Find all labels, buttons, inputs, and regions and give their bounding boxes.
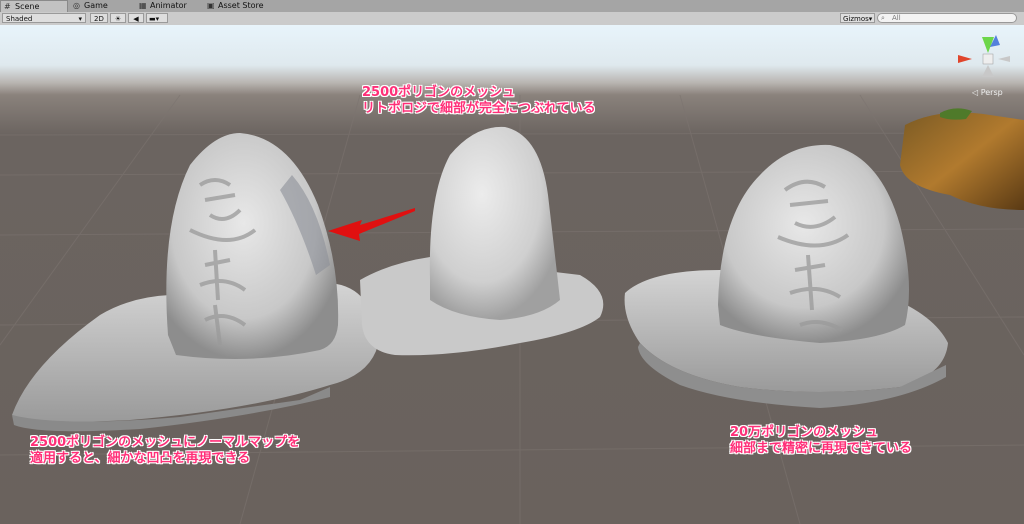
tab-game[interactable]: ◎ Game — [70, 0, 130, 12]
stone-low-poly-retopology[interactable] — [360, 126, 604, 356]
persp-icon: ◁ — [972, 88, 979, 97]
scene-viewport[interactable]: ◁ Persp 2500ポリゴンのメッシュ リトポロジで細部が完全につぶれている… — [0, 25, 1024, 524]
scene-icon: # — [4, 2, 11, 11]
sun-icon: ☀ — [114, 15, 122, 23]
orientation-gizmo[interactable] — [958, 35, 1010, 77]
image-icon: ▬ — [149, 15, 156, 23]
projection-label[interactable]: ◁ Persp — [972, 88, 1003, 97]
caption-middle-stone: 2500ポリゴンのメッシュ リトポロジで細部が完全につぶれている — [362, 85, 596, 117]
shading-mode-label: Shaded — [6, 15, 33, 23]
gizmos-dropdown[interactable]: Gizmos▾ — [840, 13, 875, 23]
effects-dropdown[interactable]: ▬▾ — [146, 13, 168, 23]
caption-middle-line2: リトポロジで細部が完全につぶれている — [362, 101, 596, 116]
shading-mode-dropdown[interactable]: Shaded ▾ — [2, 13, 86, 23]
game-icon: ◎ — [73, 1, 80, 10]
caption-right-line2: 細部まで精密に再現できている — [730, 441, 913, 456]
stone-high-poly[interactable] — [624, 144, 948, 408]
red-arrow-icon — [328, 208, 415, 241]
dropdown-arrow-icon: ▾ — [78, 15, 82, 23]
2d-toggle-button[interactable]: 2D — [90, 13, 108, 23]
tab-scene[interactable]: # Scene — [0, 0, 68, 12]
animator-icon: ▦ — [139, 1, 147, 10]
2d-label: 2D — [94, 15, 104, 23]
speaker-icon: ◀ — [133, 15, 139, 23]
tab-scene-label: Scene — [15, 2, 40, 11]
lighting-toggle-button[interactable]: ☀ — [110, 13, 126, 23]
search-field[interactable]: ⌕ All — [877, 13, 1017, 23]
tab-animator-label: Animator — [150, 1, 187, 10]
tab-asset-store[interactable]: ▣ Asset Store — [204, 0, 274, 12]
dropdown-arrow-icon: ▾ — [155, 15, 160, 23]
caption-right-stone: 20万ポリゴンのメッシュ 細部まで精密に再現できている — [730, 425, 912, 457]
persp-text: Persp — [980, 88, 1003, 97]
caption-left-line1: 2500ポリゴンのメッシュにノーマルマップを — [30, 435, 301, 450]
caption-middle-line1: 2500ポリゴンのメッシュ — [362, 85, 516, 100]
store-icon: ▣ — [207, 1, 215, 10]
caption-right-line1: 20万ポリゴンのメッシュ — [730, 425, 879, 440]
tab-game-label: Game — [84, 1, 108, 10]
audio-toggle-button[interactable]: ◀ — [128, 13, 144, 23]
dropdown-arrow-icon: ▾ — [868, 15, 873, 23]
caption-left-stone: 2500ポリゴンのメッシュにノーマルマップを 適用すると、細かな凹凸を再現できる — [30, 435, 300, 467]
tab-animator[interactable]: ▦ Animator — [136, 0, 200, 12]
caption-left-line2: 適用すると、細かな凹凸を再現できる — [30, 451, 251, 466]
scene-toolbar: Shaded ▾ 2D ☀ ◀ ▬▾ Gizmos▾ ⌕ All — [0, 12, 1024, 26]
search-placeholder: All — [892, 14, 901, 22]
search-icon: ⌕ — [881, 14, 885, 22]
tab-asset-store-label: Asset Store — [218, 1, 264, 10]
gizmos-label: Gizmos — [843, 15, 869, 23]
stone-low-poly-normal-map[interactable] — [12, 133, 378, 432]
textured-rock-model[interactable] — [900, 108, 1024, 210]
